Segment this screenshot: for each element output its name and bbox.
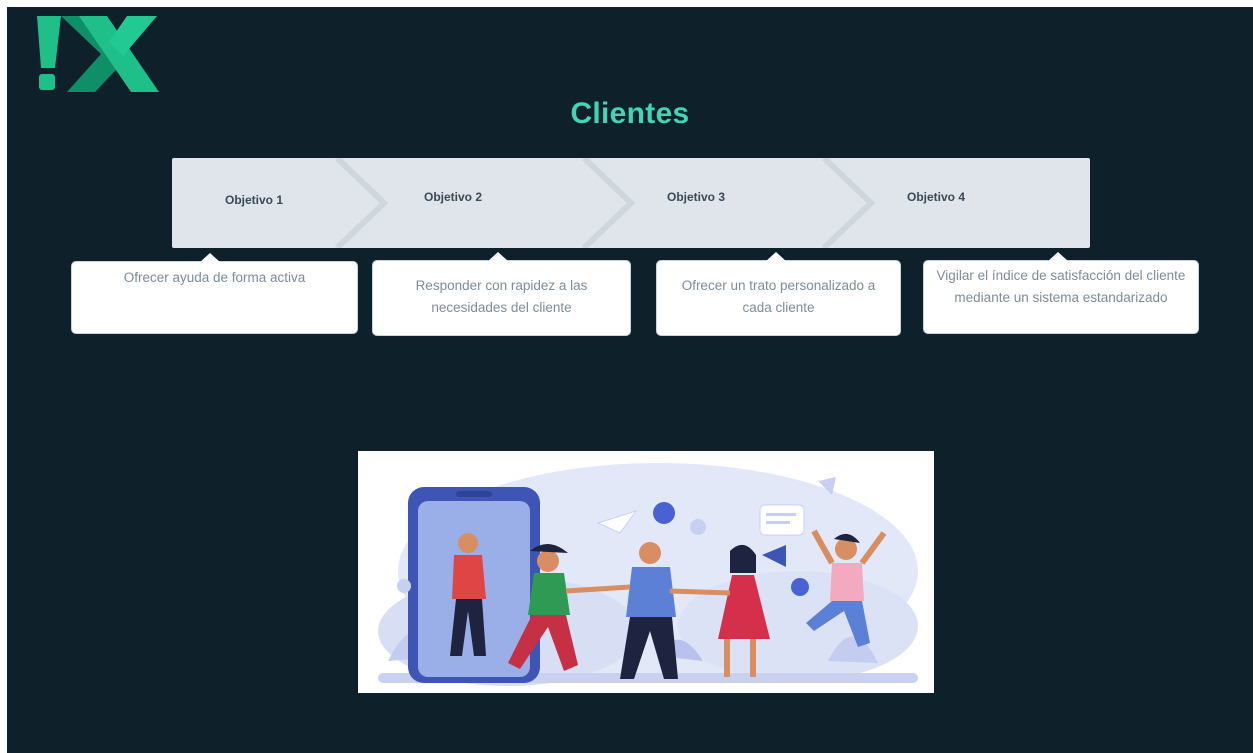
page-title: Clientes: [570, 97, 690, 130]
card-pointer: [199, 253, 221, 263]
card-text: Responder con rapidez a las necesidades …: [415, 278, 588, 315]
card-text: Vigilar el índice de satisfacción del cl…: [936, 268, 1186, 305]
objective-card-4: Vigilar el índice de satisfacción del cl…: [923, 252, 1199, 334]
step-label-1: Objetivo 1: [225, 193, 284, 207]
process-bar: Objetivo 1 Objetivo 2 Objetivo 3 Objetiv…: [172, 158, 1090, 248]
objective-card-2: Responder con rapidez a las necesidades …: [372, 252, 631, 336]
card-text: Ofrecer ayuda de forma activa: [123, 270, 306, 285]
card-pointer: [765, 252, 787, 262]
objective-card-1: Ofrecer ayuda de forma activa: [71, 253, 358, 334]
card-text: Ofrecer un trato personalizado a cada cl…: [681, 278, 876, 315]
card-pointer: [1047, 252, 1069, 262]
customers-illustration: [358, 451, 934, 693]
slide: Clientes Objetivo 1 Objetivo 2 Objetivo …: [7, 7, 1253, 753]
customers-celebrating-illustration: [378, 463, 918, 686]
step-label-2: Objetivo 2: [424, 190, 483, 204]
step-label-4: Objetivo 4: [907, 190, 966, 204]
step-label-3: Objetivo 3: [667, 190, 726, 204]
objective-card-3: Ofrecer un trato personalizado a cada cl…: [656, 252, 901, 336]
card-pointer: [487, 252, 509, 262]
dx-logo-icon: [37, 16, 159, 92]
